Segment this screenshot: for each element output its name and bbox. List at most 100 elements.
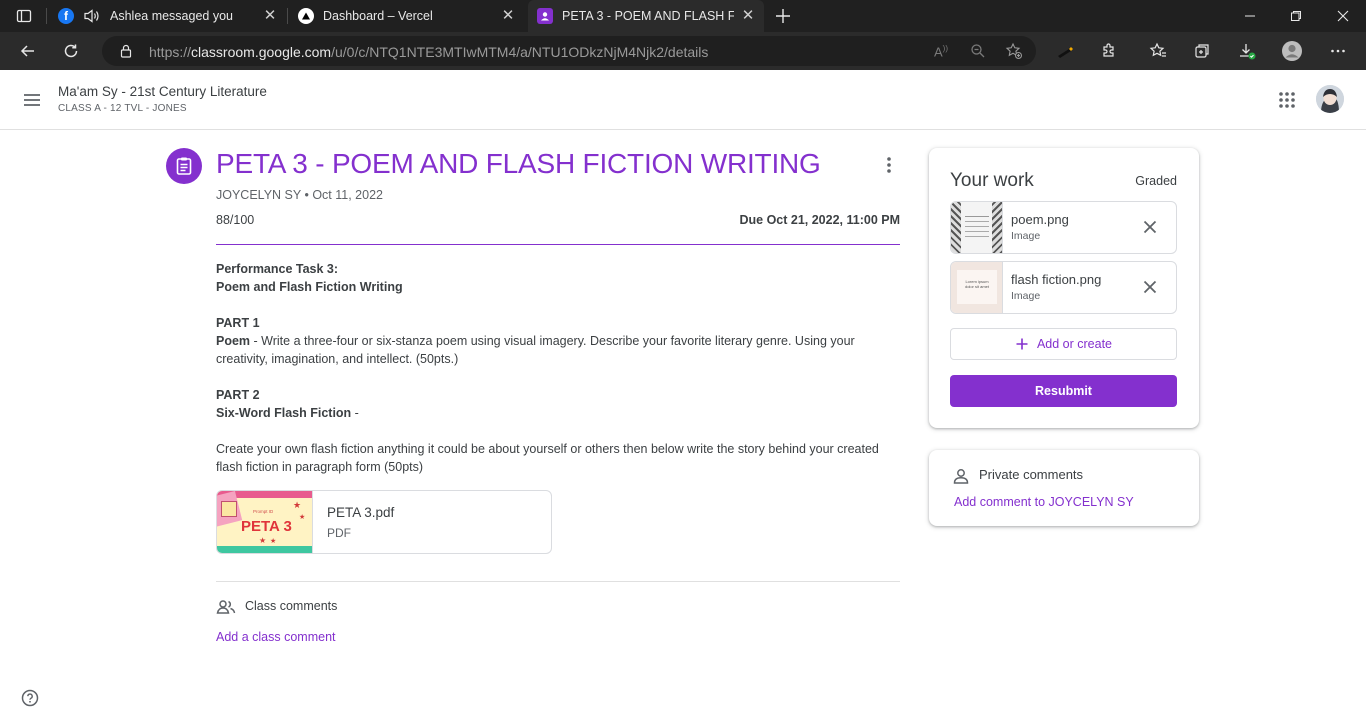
add-class-comment-link[interactable]: Add a class comment bbox=[216, 630, 336, 644]
close-icon[interactable]: ✕ bbox=[500, 8, 516, 24]
settings-more-icon[interactable] bbox=[1325, 39, 1351, 63]
new-tab-icon[interactable] bbox=[774, 7, 792, 25]
resubmit-button[interactable]: Resubmit bbox=[950, 375, 1177, 407]
tab-facebook[interactable]: f Ashlea messaged you ✕ bbox=[50, 0, 286, 32]
pdf-attachment[interactable]: Prompt ID PETA 3 ★ ★ ★ ★ PETA 3.pdf PDF bbox=[216, 490, 552, 554]
close-icon[interactable]: ✕ bbox=[740, 8, 756, 24]
window-close-icon[interactable] bbox=[1320, 0, 1366, 32]
person-icon bbox=[952, 467, 970, 485]
add-or-create-button[interactable]: Add or create bbox=[950, 328, 1177, 360]
zoom-icon[interactable] bbox=[970, 43, 986, 59]
tab-title: Dashboard – Vercel bbox=[323, 9, 433, 23]
more-options-icon[interactable] bbox=[879, 155, 899, 175]
private-comments-card: Private comments Add comment to JOYCELYN… bbox=[929, 450, 1199, 526]
star-icon: ★ bbox=[270, 538, 277, 545]
file-thumbnail bbox=[951, 202, 1003, 253]
due-date: Due Oct 21, 2022, 11:00 PM bbox=[739, 213, 900, 227]
favorites-icon[interactable] bbox=[1145, 39, 1171, 63]
poem-label: Poem bbox=[216, 334, 251, 348]
browser-toolbar: https://classroom.google.com/u/0/c/NTQ1N… bbox=[0, 32, 1366, 70]
your-work-title: Your work bbox=[950, 170, 1034, 191]
file-thumbnail: Lorem ipsum dolor sit amet bbox=[951, 262, 1003, 313]
tab-classroom[interactable]: PETA 3 - POEM AND FLASH FICTIO ✕ bbox=[528, 0, 764, 32]
pdf-thumbnail-text: PETA 3 bbox=[241, 518, 292, 535]
vercel-icon bbox=[298, 8, 314, 24]
your-work-card: Your work Graded poem.png Image Lorem ip… bbox=[929, 148, 1199, 428]
close-icon[interactable]: ✕ bbox=[262, 8, 278, 24]
file-name: poem.png bbox=[1011, 212, 1069, 227]
description-subheading: Poem and Flash Fiction Writing bbox=[216, 280, 403, 294]
six-word-dash: - bbox=[351, 406, 359, 420]
author-name: JOYCELYN SY bbox=[216, 188, 301, 202]
attachment-name: PETA 3.pdf bbox=[327, 505, 395, 520]
facebook-icon: f bbox=[58, 8, 74, 24]
class-comments-label: Class comments bbox=[245, 599, 338, 613]
meta-separator: • bbox=[301, 188, 313, 202]
classroom-icon bbox=[537, 8, 553, 24]
assignment-meta: JOYCELYN SY • Oct 11, 2022 bbox=[216, 188, 383, 202]
assignment-description: Performance Task 3: Poem and Flash Ficti… bbox=[216, 260, 896, 476]
extension-pen-icon[interactable] bbox=[1052, 39, 1078, 63]
tab-title: Ashlea messaged you bbox=[110, 9, 233, 23]
profile-avatar-icon[interactable] bbox=[1279, 39, 1305, 63]
part1-label: PART 1 bbox=[216, 316, 260, 330]
six-word-label: Six-Word Flash Fiction bbox=[216, 406, 352, 420]
tab-title: PETA 3 - POEM AND FLASH FICTIO bbox=[562, 9, 734, 23]
tab-vercel[interactable]: Dashboard – Vercel ✕ bbox=[290, 0, 524, 32]
comments-divider bbox=[216, 581, 900, 582]
apps-grid-icon[interactable] bbox=[1278, 91, 1296, 109]
remove-file-icon[interactable] bbox=[1142, 279, 1158, 295]
speaker-icon[interactable] bbox=[83, 8, 101, 24]
submitted-file[interactable]: poem.png Image bbox=[950, 201, 1177, 254]
post-date: Oct 11, 2022 bbox=[312, 188, 383, 202]
restore-icon[interactable] bbox=[1273, 0, 1319, 32]
remove-file-icon[interactable] bbox=[1142, 219, 1158, 235]
file-type: Image bbox=[1011, 290, 1041, 302]
browser-tab-bar: f Ashlea messaged you ✕ Dashboard – Verc… bbox=[0, 0, 1366, 32]
address-bar[interactable]: https://classroom.google.com/u/0/c/NTQ1N… bbox=[102, 36, 1036, 66]
minimize-icon[interactable] bbox=[1227, 0, 1273, 32]
url-path: /u/0/c/NTQ1NTE3MTIwMTM4/a/NTU1ODkzNjM4Nj… bbox=[331, 44, 709, 60]
lock-icon[interactable] bbox=[119, 44, 133, 58]
flash-fiction-instructions: Create your own flash fiction anything i… bbox=[216, 442, 879, 474]
main-menu-icon[interactable] bbox=[22, 90, 42, 110]
private-comments-title: Private comments bbox=[979, 467, 1084, 482]
url-prefix: https:// bbox=[149, 44, 192, 60]
classroom-header: Ma'am Sy - 21st Century Literature CLASS… bbox=[0, 70, 1366, 130]
description-heading: Performance Task 3: bbox=[216, 262, 339, 276]
back-icon[interactable] bbox=[15, 39, 41, 63]
add-private-comment-link[interactable]: Add comment to JOYCELYN SY bbox=[954, 495, 1134, 509]
submitted-file[interactable]: Lorem ipsum dolor sit amet flash fiction… bbox=[950, 261, 1177, 314]
file-name: flash fiction.png bbox=[1011, 272, 1102, 287]
avatar[interactable] bbox=[1316, 85, 1344, 113]
extensions-icon[interactable] bbox=[1096, 39, 1122, 63]
status-badge: Graded bbox=[1135, 174, 1177, 188]
assignment-title: PETA 3 - POEM AND FLASH FICTION WRITING bbox=[216, 148, 821, 179]
help-icon[interactable] bbox=[21, 689, 39, 707]
pdf-thumbnail: Prompt ID PETA 3 ★ ★ ★ ★ bbox=[217, 491, 312, 553]
add-or-create-label: Add or create bbox=[1036, 337, 1113, 351]
attachment-type: PDF bbox=[327, 526, 351, 540]
star-icon: ★ bbox=[299, 514, 306, 521]
url-domain: classroom.google.com bbox=[191, 44, 332, 60]
reload-icon[interactable] bbox=[58, 39, 84, 63]
points-grade: 88/100 bbox=[216, 213, 255, 227]
favorite-add-icon[interactable] bbox=[1005, 42, 1023, 60]
file-thumbnail-text: Lorem ipsum dolor sit amet bbox=[964, 279, 989, 289]
url-text[interactable]: https://classroom.google.com/u/0/c/NTQ1N… bbox=[149, 44, 708, 60]
course-title[interactable]: Ma'am Sy - 21st Century Literature bbox=[58, 84, 267, 99]
course-subtitle: CLASS A - 12 TVL - JONES bbox=[58, 103, 187, 114]
assignment-icon bbox=[166, 148, 202, 184]
read-aloud-icon[interactable]: A)) bbox=[934, 44, 950, 60]
star-icon: ★ bbox=[293, 500, 302, 510]
title-divider bbox=[216, 244, 900, 245]
downloads-icon[interactable] bbox=[1234, 39, 1260, 63]
star-icon: ★ bbox=[259, 536, 267, 545]
collections-icon[interactable] bbox=[1189, 39, 1215, 63]
pdf-thumbnail-small-text: Prompt ID bbox=[253, 509, 274, 514]
part2-label: PART 2 bbox=[216, 388, 260, 402]
tab-actions-icon[interactable] bbox=[16, 8, 32, 24]
poem-instructions: - Write a three-four or six-stanza poem … bbox=[216, 334, 855, 366]
people-icon bbox=[216, 597, 236, 617]
file-type: Image bbox=[1011, 230, 1041, 242]
